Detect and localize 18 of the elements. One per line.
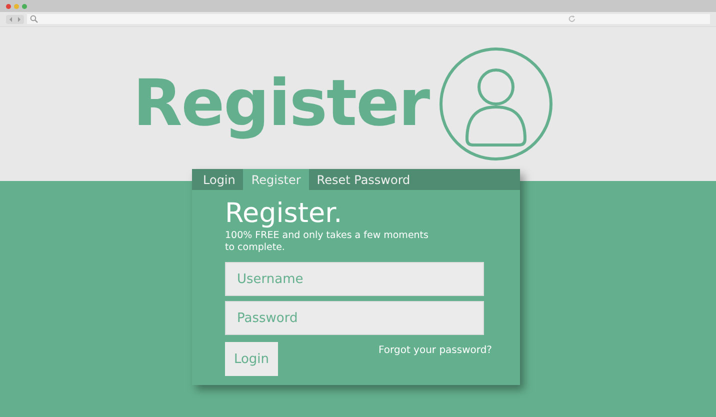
user-icon (439, 47, 554, 161)
forgot-password-link[interactable]: Forgot your password? (378, 345, 492, 356)
tab[interactable]: Register (243, 169, 309, 190)
search-icon (30, 15, 38, 23)
maximize-dot-icon[interactable] (22, 4, 27, 8)
close-dot-icon[interactable] (6, 4, 11, 8)
form-heading: Register. (225, 198, 344, 230)
input-field[interactable]: Username (225, 262, 484, 296)
form-subtitle: 100% FREE and only takes a few moments to complete. (225, 230, 430, 254)
login-button[interactable]: Login (225, 342, 278, 376)
tab[interactable]: Login (195, 169, 244, 190)
input-field[interactable]: Password (225, 301, 484, 335)
minimize-dot-icon[interactable] (14, 4, 19, 8)
reload-icon[interactable] (568, 15, 576, 23)
tab[interactable]: Reset Password (308, 169, 418, 190)
hero-title: Register (132, 67, 430, 141)
back-forward-icon[interactable] (6, 14, 24, 24)
address-bar[interactable] (27, 14, 710, 24)
